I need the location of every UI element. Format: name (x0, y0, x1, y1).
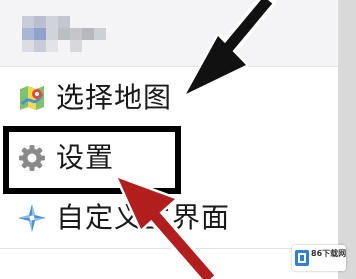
menu-panel: 选择地图 设置 自定义主界面 (0, 0, 338, 279)
gear-icon (18, 144, 46, 172)
download-site-logo (295, 250, 309, 266)
account-header (0, 0, 338, 67)
menu-item-customize-home[interactable]: 自定义主界面 (0, 188, 338, 249)
menu-item-settings[interactable]: 设置 (0, 128, 338, 189)
watermark-text: 86下载网 (311, 249, 347, 258)
site-watermark: 86下载网 (292, 245, 346, 271)
blurred-avatar (22, 16, 110, 52)
menu-item-label: 选择地图 (56, 81, 173, 114)
scroll-edge (338, 0, 356, 279)
map-icon (18, 84, 46, 112)
menu-item-label: 设置 (56, 141, 115, 174)
menu-item-select-map[interactable]: 选择地图 (0, 68, 338, 129)
menu-item-label: 自定义主界面 (56, 201, 231, 234)
compass-star-icon (18, 204, 46, 232)
